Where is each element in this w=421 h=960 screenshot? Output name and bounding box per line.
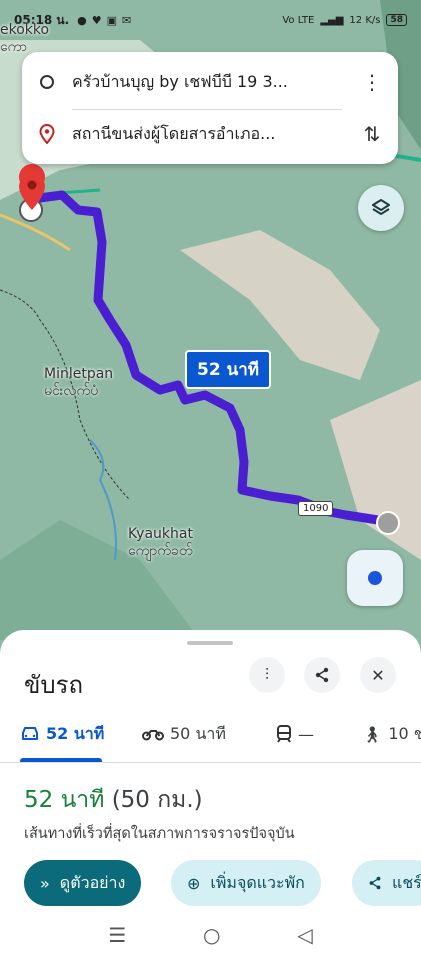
place-name-en: ekokko (0, 22, 50, 38)
layers-icon (372, 199, 390, 215)
place-name-en: Minletpan (44, 366, 114, 382)
share-label: แชร์ (392, 872, 421, 892)
place-name-my: မင်းလက်ပံ (44, 383, 99, 399)
my-location-button[interactable] (347, 550, 403, 606)
tab-label: 52 นาที (46, 723, 105, 743)
tune-icon: ⫶ (264, 665, 269, 684)
preview-label: ดูตัวอย่าง (59, 872, 126, 892)
sheet-drag-handle[interactable] (187, 641, 233, 645)
travel-mode-tabs: 52 นาที 50 นาที — 🚶︎ 10 ช (0, 705, 421, 763)
add-stop-label: เพิ่มจุดแวะพัก (210, 872, 305, 892)
route-summary: 52 นาที (50 กม.) (24, 782, 203, 818)
recents-icon[interactable]: ☰ (108, 923, 126, 947)
notification-icon: ✉ (122, 13, 132, 27)
notification-icon: ♥ (91, 13, 102, 27)
destination-text[interactable]: สถานีขนส่งผู้โดยสารอำเภอ... (72, 122, 346, 147)
active-tab-indicator (20, 758, 102, 762)
close-button[interactable]: ✕ (360, 657, 396, 693)
notification-icons: ● ♥ ▣ ✉ (77, 14, 131, 27)
speed-indicator: 12 K/s (349, 14, 381, 26)
motorcycle-icon (142, 730, 164, 741)
share-chip-button[interactable]: แชร์ (352, 860, 421, 906)
home-icon[interactable]: ○ (203, 923, 220, 947)
battery-icon: 58 (386, 14, 407, 26)
destination-field[interactable]: สถานีขนส่งผู้โดยสารอำเภอ... ⇅ (22, 108, 398, 160)
notification-icon: ▣ (106, 13, 118, 27)
place-label-ekokko: ekokko ကော (0, 22, 49, 56)
tab-label: — (298, 724, 314, 744)
route-duration: 52 นาที (24, 787, 105, 813)
tab-label: 50 นาที (170, 723, 226, 743)
layers-button[interactable] (358, 185, 404, 231)
system-navigation-bar: ☰ ○ ◁ (0, 910, 421, 960)
tab-label: 10 ช (388, 723, 421, 743)
share-icon (369, 876, 381, 890)
place-name-my: ကျောက်ခတ် (128, 543, 193, 559)
place-label-kyaukhat: Kyaukhat ကျောက်ခတ် (128, 526, 193, 560)
back-icon[interactable]: ◁ (297, 923, 312, 947)
tab-transit[interactable]: — (276, 705, 314, 763)
route-distance: (50 กม.) (111, 787, 203, 813)
destination-pin-outline-icon (39, 124, 55, 144)
tab-walking[interactable]: 🚶︎ 10 ช (362, 705, 421, 763)
more-options-icon[interactable]: ⋮ (346, 70, 398, 94)
swap-directions-icon[interactable]: ⇅ (346, 122, 398, 146)
origin-text[interactable]: ครัวบ้านบุญ by เชฟบีบี 19 3... (72, 70, 346, 95)
my-location-icon (368, 571, 382, 585)
origin-circle-icon (40, 75, 54, 89)
add-location-icon: ⊕ (187, 873, 201, 893)
system-icons: Vo LTE ▂▄▆ 12 K/s 58 (282, 14, 407, 26)
place-label-minletpan: Minletpan မင်းလက်ပံ (44, 366, 113, 400)
route-eta-bubble[interactable]: 52 นาที (185, 350, 271, 389)
close-icon: ✕ (371, 665, 385, 685)
preview-button[interactable]: » ดูตัวอย่าง (24, 860, 142, 906)
double-chevron-icon: » (40, 873, 50, 893)
notification-icon: ● (77, 13, 87, 27)
walk-icon: 🚶︎ (362, 724, 383, 744)
transit-icon (277, 725, 291, 743)
sheet-title: ขับรถ (24, 671, 84, 699)
route-description: เส้นทางที่เร็วที่สุดในสภาพการจราจรปัจจุบ… (24, 826, 295, 842)
origin-field[interactable]: ครัวบ้านบุญ by เชฟบีบี 19 3... ⋮ (22, 56, 398, 108)
route-options-button[interactable]: ⫶ (249, 657, 285, 693)
status-bar: 05:18 น. ● ♥ ▣ ✉ Vo LTE ▂▄▆ 12 K/s 58 (0, 0, 421, 40)
tab-motorcycle[interactable]: 50 นาที (142, 705, 226, 763)
route-start-marker[interactable] (376, 511, 400, 535)
share-icon (315, 667, 329, 683)
add-stop-button[interactable]: ⊕ เพิ่มจุดแวะพัก (171, 860, 321, 906)
share-route-button[interactable] (304, 657, 340, 693)
signal-icon: ▂▄▆ (320, 14, 344, 26)
tab-driving[interactable]: 52 นาที (20, 705, 104, 763)
car-icon (22, 727, 38, 740)
network-label: Vo LTE (282, 14, 315, 26)
destination-pin-dot (27, 180, 37, 190)
place-name-en: Kyaukhat (128, 526, 193, 542)
action-chips: » ดูตัวอย่าง ⊕ เพิ่มจุดแวะพัก แชร์ (0, 858, 421, 908)
road-number-shield: 1090 (298, 501, 334, 516)
directions-search-card: ครัวบ้านบุญ by เชฟบีบี 19 3... ⋮ สถานีขน… (22, 52, 398, 164)
